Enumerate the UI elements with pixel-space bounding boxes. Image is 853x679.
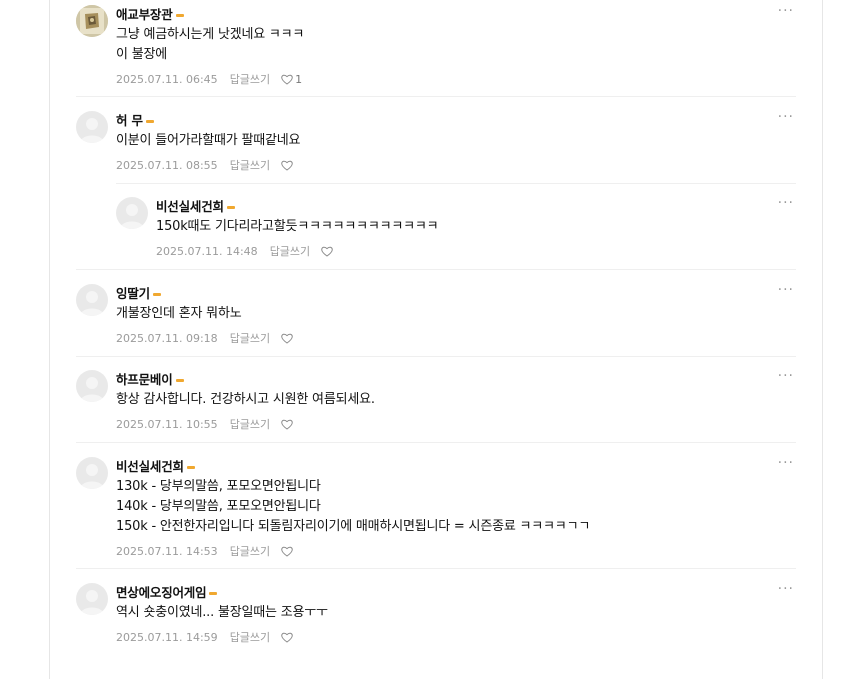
comment-line: 그냥 예금하시는게 낫겠네요 ㅋㅋㅋ: [116, 27, 305, 42]
like-button[interactable]: [281, 160, 293, 171]
heart-outline-icon: [281, 632, 293, 643]
comment-divider: [76, 356, 796, 357]
heart-outline-icon: [281, 419, 293, 430]
like-button[interactable]: 1: [281, 73, 302, 86]
reply-button[interactable]: 답글쓰기: [230, 330, 270, 346]
comment-divider: [76, 568, 796, 569]
author-nickname[interactable]: 하프문베이: [116, 369, 173, 388]
default-avatar-icon: [80, 291, 104, 316]
like-count: 1: [295, 72, 303, 86]
comment-text: 개불장인데 혼자 뭐하노: [116, 304, 796, 324]
level-badge-icon: [175, 378, 184, 382]
more-dots-icon[interactable]: ···: [778, 456, 794, 470]
comment-line: 항상 감사합니다. 건강하시고 시원한 여름되세요.: [116, 392, 375, 407]
avatar[interactable]: [76, 284, 108, 316]
author-nickname[interactable]: 잉딸기: [116, 283, 150, 302]
like-button[interactable]: [281, 333, 293, 344]
avatar[interactable]: [76, 370, 108, 402]
comment-text: 항상 감사합니다. 건강하시고 시원한 여름되세요.: [116, 390, 796, 410]
comment-line: 개불장인데 혼자 뭐하노: [116, 306, 242, 321]
comment-line: 130k - 당부의말씀, 포모오면안됩니다: [116, 479, 321, 494]
like-button[interactable]: [321, 246, 333, 257]
comment-divider: [76, 269, 796, 270]
author-nickname[interactable]: 비선실세건희: [116, 456, 184, 475]
level-badge-icon: [226, 205, 235, 209]
heart-outline-icon: [281, 333, 293, 344]
default-avatar-icon: [80, 464, 104, 489]
profile-photo-icon: [76, 5, 108, 37]
comment-text: 이분이 들어가라할때가 팔때같네요: [116, 131, 796, 151]
comment-line: 140k - 당부의말씀, 포모오면안됩니다: [116, 499, 321, 514]
comment-text: 130k - 당부의말씀, 포모오면안됩니다 140k - 당부의말씀, 포모오…: [116, 477, 796, 537]
default-avatar-icon: [80, 377, 104, 402]
comment-divider: [76, 442, 796, 443]
like-button[interactable]: [281, 419, 293, 430]
comment-line: 역시 숏충이였네... 불장일때는 조용ㅜㅜ: [116, 605, 328, 620]
reply-button[interactable]: 답글쓰기: [230, 629, 270, 645]
comment-line: 이 불장에: [116, 47, 167, 62]
comment-text: 역시 숏충이였네... 불장일때는 조용ㅜㅜ: [116, 603, 796, 623]
like-button[interactable]: [281, 632, 293, 643]
author-nickname[interactable]: 면상에오징어게임: [116, 582, 207, 601]
heart-outline-icon: [281, 160, 293, 171]
more-dots-icon[interactable]: ···: [778, 283, 794, 297]
avatar[interactable]: [76, 457, 108, 489]
comment-line: 150k때도 기다리라고할듯ㅋㅋㅋㅋㅋㅋㅋㅋㅋㅋㅋㅋ: [156, 219, 439, 234]
default-avatar-icon: [80, 118, 104, 143]
comment-date: 2025.07.11. 14:59: [116, 630, 218, 644]
more-dots-icon[interactable]: ···: [778, 196, 794, 210]
author-nickname[interactable]: 비선실세건희: [156, 196, 224, 215]
author-nickname[interactable]: 애교부장관: [116, 4, 173, 23]
level-badge-icon: [152, 292, 161, 296]
heart-outline-icon: [321, 246, 333, 257]
comment-line: 이분이 들어가라할때가 팔때같네요: [116, 133, 301, 148]
comment-text: 150k때도 기다리라고할듯ㅋㅋㅋㅋㅋㅋㅋㅋㅋㅋㅋㅋ: [156, 217, 796, 237]
level-badge-icon: [145, 119, 154, 123]
like-button[interactable]: [281, 546, 293, 557]
avatar[interactable]: [76, 111, 108, 143]
heart-outline-icon: [281, 74, 293, 85]
more-dots-icon[interactable]: ···: [778, 369, 794, 383]
avatar[interactable]: [116, 197, 148, 229]
reply-button[interactable]: 답글쓰기: [230, 416, 270, 432]
reply-button[interactable]: 답글쓰기: [270, 243, 310, 259]
level-badge-icon: [209, 591, 218, 595]
comment-date: 2025.07.11. 09:18: [116, 331, 218, 345]
avatar[interactable]: [76, 5, 108, 37]
reply-button[interactable]: 답글쓰기: [230, 157, 270, 173]
default-avatar-icon: [120, 204, 144, 229]
author-nickname[interactable]: 허 무: [116, 110, 143, 129]
comment-text: 그냥 예금하시는게 낫겠네요 ㅋㅋㅋ 이 불장에: [116, 25, 796, 65]
comment-date: 2025.07.11. 10:55: [116, 417, 218, 431]
comment-divider: [116, 183, 796, 184]
heart-outline-icon: [281, 546, 293, 557]
comment-date: 2025.07.11. 14:48: [156, 244, 258, 258]
level-badge-icon: [186, 465, 195, 469]
comment-date: 2025.07.11. 08:55: [116, 158, 218, 172]
reply-button[interactable]: 답글쓰기: [230, 71, 270, 87]
more-dots-icon[interactable]: ···: [778, 110, 794, 124]
comment-line: 150k - 안전한자리입니다 되돌림자리이기에 매매하시면됩니다 = 시즌종료…: [116, 519, 591, 534]
avatar[interactable]: [76, 583, 108, 615]
comment-date: 2025.07.11. 06:45: [116, 72, 218, 86]
comment-date: 2025.07.11. 14:53: [116, 544, 218, 558]
more-dots-icon[interactable]: ···: [778, 4, 794, 18]
more-dots-icon[interactable]: ···: [778, 582, 794, 596]
comment-divider: [76, 96, 796, 97]
reply-button[interactable]: 답글쓰기: [230, 543, 270, 559]
default-avatar-icon: [80, 590, 104, 615]
level-badge-icon: [175, 13, 184, 17]
